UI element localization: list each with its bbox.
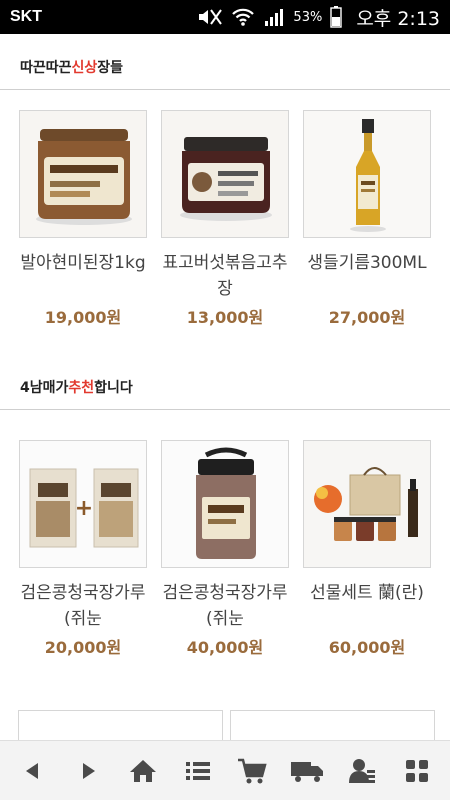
product-name[interactable]: 생들기름300ML	[302, 250, 432, 302]
cart-button[interactable]	[230, 749, 274, 793]
product-image-powder-jar[interactable]	[161, 440, 289, 568]
product-name[interactable]: 검은콩청국장가루(쥐눈	[160, 580, 290, 632]
menu-list-button[interactable]	[176, 749, 220, 793]
forward-button[interactable]	[66, 749, 110, 793]
mute-icon	[199, 9, 223, 25]
forward-arrow-icon	[83, 762, 96, 779]
product-price: 19,000원	[44, 308, 122, 327]
product-name[interactable]: 표고버섯볶음고추장	[160, 250, 290, 302]
product-name[interactable]: 검은콩청국장가루(쥐눈	[18, 580, 148, 632]
svg-text:+: +	[75, 496, 93, 521]
delivery-button[interactable]	[285, 749, 329, 793]
section-title-highlight: 추천	[68, 379, 95, 396]
battery-percent: 53%	[293, 9, 323, 25]
product-image-gift-set[interactable]	[303, 440, 431, 568]
product-card[interactable]: 발아현미된장1kg 19,000원	[18, 110, 148, 328]
product-price: 40,000원	[186, 638, 264, 657]
section-title-post: 합니다	[94, 379, 133, 396]
product-image-doenjang[interactable]	[19, 110, 147, 238]
section-header-new: 따끈따끈 신상 장들	[0, 44, 450, 90]
user-account-icon	[348, 758, 375, 783]
product-image-gochujang[interactable]	[161, 110, 289, 238]
product-price: 20,000원	[44, 638, 122, 657]
account-button[interactable]	[340, 749, 384, 793]
product-card[interactable]: 검은콩청국장가루(쥐눈 40,000원	[160, 440, 290, 658]
grid-menu-icon	[405, 759, 428, 782]
product-row-new: 발아현미된장1kg 19,000원 표고버섯볶음고추장 13,000원 생들기름…	[0, 110, 450, 328]
carrier-label: SKT	[10, 8, 42, 25]
signal-icon	[265, 9, 284, 26]
section-header-recommend: 4남매가 추천 합니다	[0, 364, 450, 410]
product-price: 27,000원	[328, 308, 406, 327]
back-arrow-icon	[26, 762, 39, 779]
section-title-pre: 4남매가	[20, 379, 69, 396]
product-card[interactable]: 생들기름300ML 27,000원	[302, 110, 432, 328]
back-button[interactable]	[11, 749, 55, 793]
battery-icon	[330, 6, 343, 28]
wifi-icon	[232, 8, 255, 26]
section-title-highlight: 신상	[71, 59, 98, 76]
list-menu-icon	[185, 761, 210, 780]
cart-icon	[238, 758, 268, 783]
bottom-nav	[0, 740, 450, 800]
status-bar: SKT 53% 오후 2:13	[0, 0, 450, 34]
product-card[interactable]: + 검은콩청국장가루(쥐눈 20,000원	[18, 440, 148, 658]
product-card[interactable]: 표고버섯볶음고추장 13,000원	[160, 110, 290, 328]
product-price: 60,000원	[328, 638, 406, 657]
product-name[interactable]: 발아현미된장1kg	[18, 250, 148, 302]
product-price: 13,000원	[186, 308, 264, 327]
product-row-recommend: + 검은콩청국장가루(쥐눈 20,000원 검은콩청국장가루(쥐눈 40,000…	[0, 440, 450, 658]
section-title-pre: 따끈따끈	[20, 59, 72, 76]
product-card[interactable]: 선물세트 蘭(란) 60,000원	[302, 440, 432, 658]
home-icon	[129, 759, 156, 782]
product-image-powder-bags[interactable]: +	[19, 440, 147, 568]
clock: 오후 2:13	[356, 7, 440, 30]
grid-menu-button[interactable]	[395, 749, 439, 793]
product-image-oil[interactable]	[303, 110, 431, 238]
section-title-post: 장들	[97, 59, 124, 76]
delivery-truck-icon	[291, 761, 324, 782]
product-name[interactable]: 선물세트 蘭(란)	[302, 580, 432, 632]
home-button[interactable]	[121, 749, 165, 793]
